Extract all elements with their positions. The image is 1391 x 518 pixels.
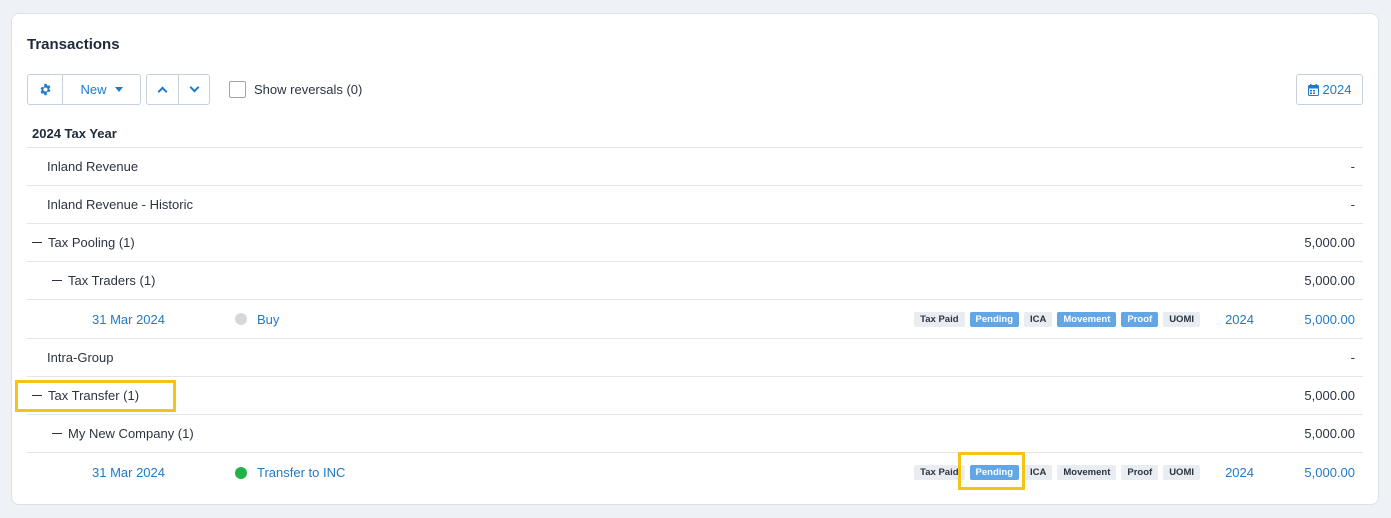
collapse-icon[interactable]: [32, 242, 42, 243]
tree-row-label: Inland Revenue: [47, 159, 139, 174]
tree-row-label: My New Company (1): [68, 426, 194, 441]
transaction-name[interactable]: Transfer to INC: [257, 465, 345, 480]
transaction-tags: Tax Paid Pending ICA Movement Proof UOMI: [914, 465, 1200, 480]
collapse-icon[interactable]: [52, 280, 62, 281]
show-reversals-label: Show reversals (0): [254, 82, 363, 97]
panel-title: Transactions: [27, 36, 120, 53]
chevron-down-icon: [189, 82, 199, 93]
tree-row-label: Intra-Group: [47, 350, 114, 365]
collapse-icon[interactable]: [32, 395, 42, 396]
settings-button[interactable]: [28, 75, 62, 104]
new-button-label: New: [80, 82, 107, 97]
tag-uomi: UOMI: [1163, 465, 1200, 480]
tree-row-amount: 5,000.00: [1304, 273, 1355, 288]
transactions-tree: 2024 Tax Year Inland Revenue - Inland Re…: [27, 119, 1363, 492]
tag-pending: Pending: [969, 465, 1020, 480]
transaction-date[interactable]: 31 Mar 2024: [92, 465, 165, 480]
tag-movement: Movement: [1057, 311, 1117, 327]
tag-proof: Proof: [1121, 465, 1159, 480]
toolbar: New Show reversals (0): [27, 74, 362, 105]
tag-proof: Proof: [1121, 311, 1159, 327]
tag-movement: Movement: [1057, 465, 1117, 480]
transaction-year[interactable]: 2024: [1225, 465, 1254, 480]
transaction-year[interactable]: 2024: [1225, 312, 1254, 327]
tree-row-label: Tax Traders (1): [68, 273, 156, 288]
caret-down-icon: [114, 87, 123, 92]
tree-row-tax-traders[interactable]: Tax Traders (1) 5,000.00: [27, 262, 1363, 300]
tax-year-heading: 2024 Tax Year: [27, 119, 1363, 148]
year-picker-label: 2024: [1322, 82, 1352, 97]
chevron-up-icon: [157, 86, 168, 97]
transaction-name[interactable]: Buy: [257, 312, 279, 327]
show-reversals-toggle[interactable]: Show reversals (0): [229, 81, 362, 98]
tree-row-amount: 5,000.00: [1304, 426, 1355, 441]
tag-tax-paid: Tax Paid: [914, 465, 965, 480]
tree-row-amount: 5,000.00: [1304, 235, 1355, 250]
sort-button-group: [146, 74, 210, 105]
tree-row-amount: 5,000.00: [1304, 388, 1355, 403]
tag-ica: ICA: [1024, 465, 1053, 480]
collapse-icon[interactable]: [52, 433, 62, 434]
tree-row-amount: -: [1350, 350, 1355, 365]
tree-row-label: Tax Transfer (1): [48, 388, 140, 403]
tree-row-my-new-company[interactable]: My New Company (1) 5,000.00: [27, 415, 1363, 453]
transaction-amount[interactable]: 5,000.00: [1304, 312, 1355, 327]
transaction-row-transfer[interactable]: 31 Mar 2024 Transfer to INC Tax Paid Pen…: [27, 453, 1363, 492]
tree-row-intra-group[interactable]: Intra-Group -: [27, 339, 1363, 377]
transaction-tags: Tax Paid Pending ICA Movement Proof UOMI: [914, 311, 1200, 327]
tree-row-inland-revenue-historic[interactable]: Inland Revenue - Historic -: [27, 186, 1363, 224]
tag-uomi: UOMI: [1163, 311, 1200, 327]
gear-icon: [40, 83, 50, 96]
transaction-row-buy[interactable]: 31 Mar 2024 Buy Tax Paid Pending ICA Mov…: [27, 300, 1363, 339]
tree-row-amount: -: [1350, 197, 1355, 212]
tax-year-label: 2024 Tax Year: [32, 125, 117, 141]
move-down-button[interactable]: [178, 75, 209, 104]
status-dot-icon: [235, 313, 247, 325]
tag-ica: ICA: [1024, 311, 1053, 327]
tree-row-amount: -: [1350, 159, 1355, 174]
tree-row-label: Inland Revenue - Historic: [47, 197, 193, 212]
action-button-group: New: [27, 74, 141, 105]
tag-pending: Pending: [969, 311, 1020, 327]
tree-row-tax-transfer[interactable]: Tax Transfer (1) 5,000.00: [27, 377, 1363, 415]
transaction-date[interactable]: 31 Mar 2024: [92, 312, 165, 327]
tree-row-tax-pooling[interactable]: Tax Pooling (1) 5,000.00: [27, 224, 1363, 262]
new-dropdown-button[interactable]: New: [62, 75, 140, 104]
year-picker-button[interactable]: 2024: [1296, 74, 1363, 105]
tree-row-label: Tax Pooling (1): [48, 235, 135, 250]
move-up-button[interactable]: [147, 75, 178, 104]
transaction-amount[interactable]: 5,000.00: [1304, 465, 1355, 480]
calendar-icon: [1307, 83, 1319, 96]
status-dot-icon: [235, 466, 247, 479]
show-reversals-checkbox[interactable]: [229, 81, 246, 98]
tree-row-inland-revenue[interactable]: Inland Revenue -: [27, 148, 1363, 186]
tag-tax-paid: Tax Paid: [914, 311, 965, 327]
